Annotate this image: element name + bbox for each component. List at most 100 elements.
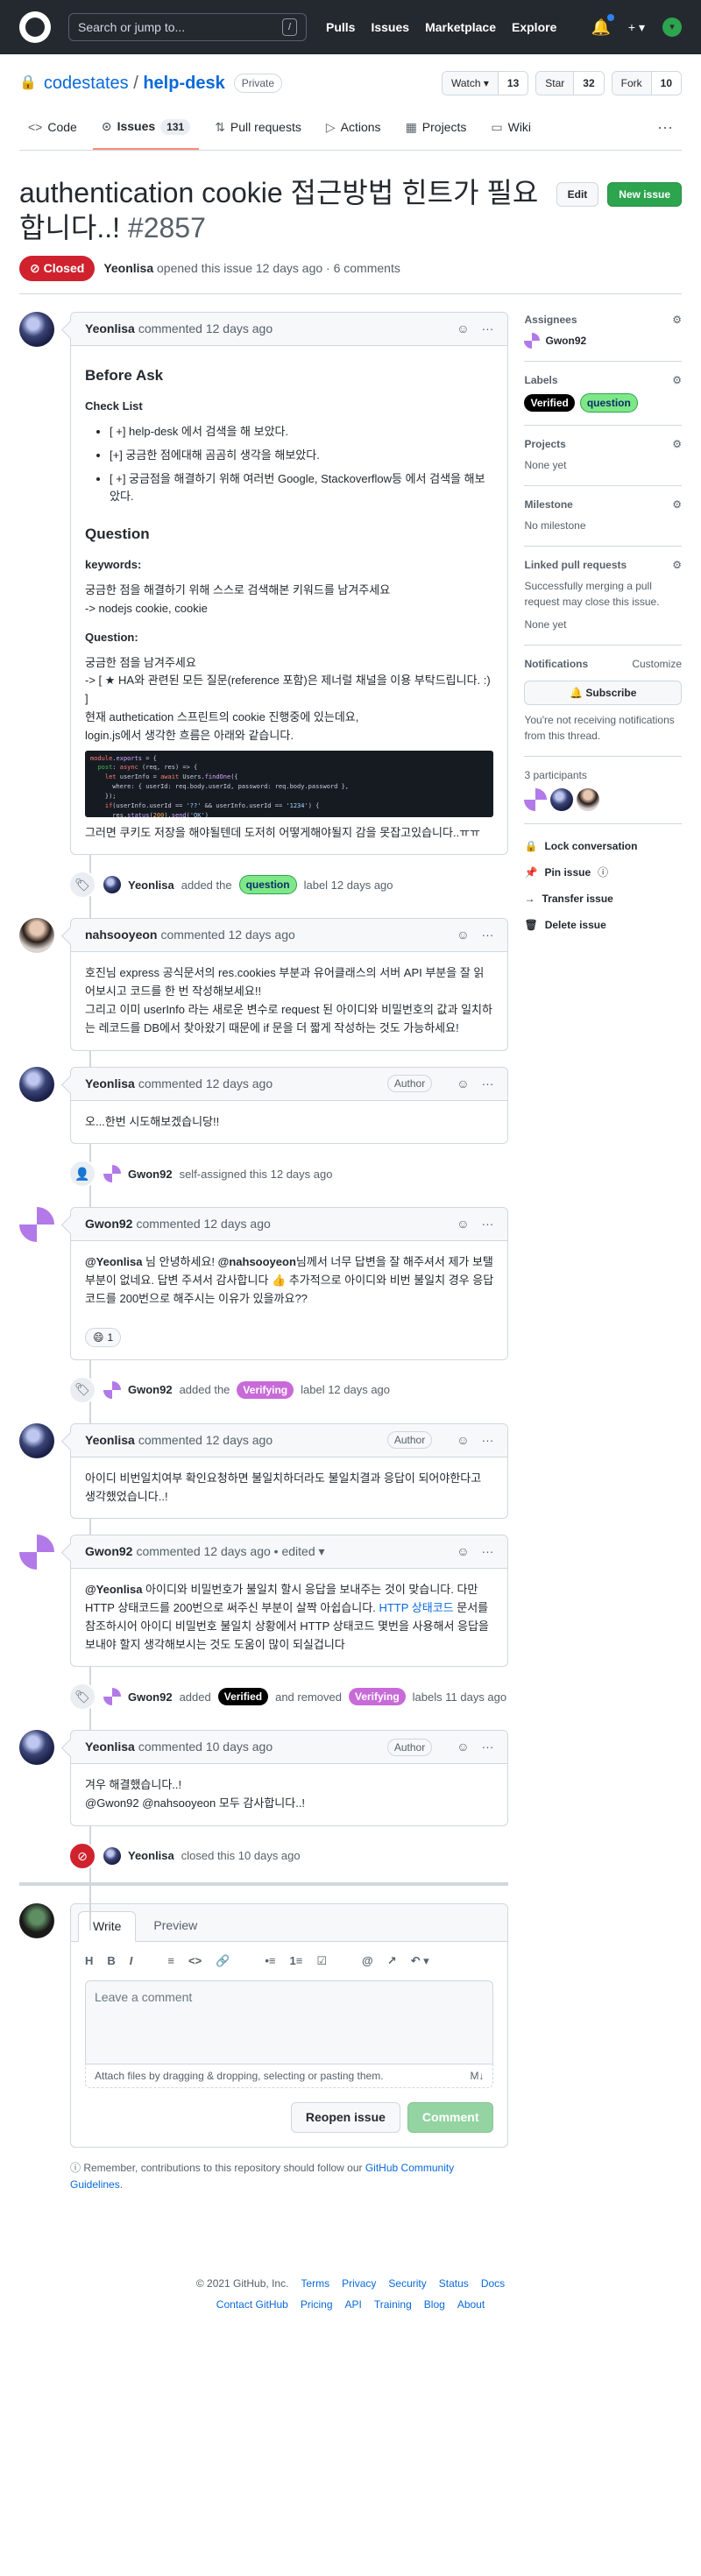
info-icon[interactable]: ⓘ — [598, 865, 608, 880]
tab-projects[interactable]: ▦ Projects — [397, 116, 476, 150]
tab-issues[interactable]: ⊙ Issues 131 — [92, 116, 200, 150]
avatar[interactable] — [103, 1380, 121, 1399]
star-button[interactable]: Star 32 — [535, 71, 605, 95]
kebab-menu-icon[interactable]: ··· — [481, 1075, 493, 1093]
reaction-smiley-icon[interactable]: ☺ — [457, 1431, 469, 1450]
link-tool-icon[interactable]: 🔗 — [216, 1952, 230, 1970]
footer-link[interactable]: Privacy — [342, 2276, 376, 2291]
watch-button[interactable]: Watch ▾ 13 — [441, 71, 529, 95]
user-mention[interactable]: @Yeonlisa — [85, 1583, 142, 1596]
comment-button[interactable]: Comment — [407, 2101, 494, 2133]
reaction-smiley-icon[interactable]: ☺ — [457, 1542, 469, 1561]
reaction-smiley-icon[interactable]: ☺ — [457, 1738, 469, 1756]
footer-link[interactable]: API — [345, 2297, 362, 2312]
reaction-smiley-icon[interactable]: ☺ — [457, 926, 469, 944]
gear-icon[interactable]: ⚙ — [672, 372, 682, 388]
avatar[interactable] — [103, 1688, 121, 1706]
footer-link[interactable]: Contact GitHub — [216, 2297, 288, 2312]
footer-link[interactable]: Docs — [481, 2276, 505, 2291]
star-count[interactable]: 32 — [573, 72, 604, 95]
label-verified[interactable]: Verified — [524, 394, 575, 412]
footer-link[interactable]: Terms — [301, 2276, 329, 2291]
fork-count[interactable]: 10 — [650, 72, 681, 95]
gear-icon[interactable]: ⚙ — [672, 557, 682, 573]
numbered-list-tool-icon[interactable]: 1≡ — [290, 1952, 303, 1970]
comment-author[interactable]: Gwon92 — [85, 1542, 132, 1561]
avatar[interactable] — [103, 876, 121, 894]
avatar[interactable] — [19, 1535, 54, 1570]
markdown-icon[interactable]: M↓ — [470, 2068, 484, 2084]
notifications-bell-icon[interactable]: 🔔 — [591, 13, 615, 39]
user-mention[interactable]: @Yeonlisa — [85, 1255, 142, 1268]
avatar[interactable] — [19, 1422, 54, 1458]
event-actor[interactable]: Yeonlisa — [128, 877, 174, 894]
code-tool-icon[interactable]: <> — [188, 1952, 202, 1970]
reference-tool-icon[interactable]: ↗ — [387, 1952, 397, 1970]
customize-link[interactable]: Customize — [632, 656, 682, 672]
label-verifying[interactable]: Verifying — [348, 1688, 406, 1706]
repo-owner-link[interactable]: codestates — [44, 70, 129, 96]
subscribe-button[interactable]: 🔔 Subscribe — [524, 681, 682, 705]
avatar[interactable] — [19, 1207, 54, 1243]
participant-avatar[interactable] — [550, 788, 574, 811]
tab-wiki[interactable]: ▭ Wiki — [482, 116, 540, 150]
label-verifying[interactable]: Verifying — [237, 1380, 294, 1399]
tab-code[interactable]: <> Code — [19, 116, 86, 150]
task-list-tool-icon[interactable]: ☑ — [316, 1952, 327, 1970]
delete-issue-button[interactable]: 🗑 Delete issue — [524, 912, 682, 938]
bullet-list-tool-icon[interactable]: •≡ — [265, 1952, 275, 1970]
footer-link[interactable]: About — [457, 2297, 485, 2312]
kebab-menu-icon[interactable]: ··· — [481, 1215, 493, 1233]
footer-link[interactable]: Training — [374, 2297, 412, 2312]
saved-replies-tool-icon[interactable]: ↶ ▾ — [411, 1952, 429, 1970]
event-actor[interactable]: Gwon92 — [128, 1166, 173, 1183]
event-actor[interactable]: Gwon92 — [128, 1381, 173, 1399]
current-user-avatar[interactable] — [19, 1903, 54, 1939]
quote-tool-icon[interactable]: ≡ — [167, 1952, 174, 1970]
reaction-smiley-icon[interactable]: ☺ — [457, 1075, 469, 1093]
label-question[interactable]: question — [579, 393, 638, 413]
participant-avatar[interactable] — [524, 788, 548, 811]
avatar[interactable] — [103, 1165, 121, 1183]
issue-author-link[interactable]: Yeonlisa — [103, 261, 153, 275]
nav-explore[interactable]: Explore — [512, 18, 556, 37]
footer-link[interactable]: Pricing — [301, 2297, 333, 2312]
kebab-menu-icon[interactable]: ··· — [481, 1431, 493, 1450]
heading-tool-icon[interactable]: H — [85, 1952, 93, 1970]
italic-tool-icon[interactable]: I — [130, 1952, 133, 1970]
reaction-button[interactable]: 😄 1 — [85, 1327, 122, 1347]
create-new-icon[interactable]: + ▾ — [628, 18, 645, 37]
avatar[interactable] — [19, 312, 54, 347]
nav-pulls[interactable]: Pulls — [326, 18, 355, 37]
comment-author[interactable]: Yeonlisa — [85, 1431, 135, 1450]
code-screenshot-image[interactable]: module.exports = { post: async (req, res… — [85, 750, 494, 817]
kebab-menu-icon[interactable]: ··· — [481, 1738, 493, 1756]
footer-link[interactable]: Blog — [424, 2297, 445, 2312]
event-actor[interactable]: Gwon92 — [128, 1689, 173, 1706]
kebab-menu-icon[interactable]: ··· — [481, 320, 493, 338]
comment-author[interactable]: Yeonlisa — [85, 1075, 135, 1093]
gear-icon[interactable]: ⚙ — [672, 312, 682, 328]
comment-time[interactable]: commented 12 days ago • edited ▾ — [136, 1542, 324, 1561]
event-actor[interactable]: Yeonlisa — [128, 1847, 174, 1865]
tab-actions[interactable]: ▷ Actions — [317, 116, 390, 150]
comment-author[interactable]: nahsooyeon — [85, 926, 157, 944]
avatar[interactable] — [103, 1847, 121, 1866]
footer-link[interactable]: Status — [439, 2276, 469, 2291]
nav-marketplace[interactable]: Marketplace — [425, 18, 496, 37]
http-status-link[interactable]: HTTP 상태코드 — [379, 1601, 453, 1614]
github-logo-icon[interactable] — [19, 11, 51, 43]
gear-icon[interactable]: ⚙ — [672, 436, 682, 452]
avatar[interactable] — [19, 1066, 54, 1102]
avatar[interactable] — [19, 1730, 54, 1766]
assignee-name[interactable]: Gwon92 — [545, 333, 586, 349]
comment-author[interactable]: Yeonlisa — [85, 320, 135, 338]
repo-name-link[interactable]: help-desk — [143, 70, 224, 96]
participant-avatar[interactable] — [577, 788, 600, 811]
avatar[interactable] — [524, 333, 541, 349]
kebab-menu-icon[interactable]: ··· — [481, 1542, 493, 1561]
reopen-issue-button[interactable]: Reopen issue — [290, 2101, 400, 2133]
footer-link[interactable]: Security — [388, 2276, 426, 2291]
lock-conversation-button[interactable]: 🔒 Lock conversation — [524, 833, 682, 859]
watch-count[interactable]: 13 — [497, 72, 528, 95]
